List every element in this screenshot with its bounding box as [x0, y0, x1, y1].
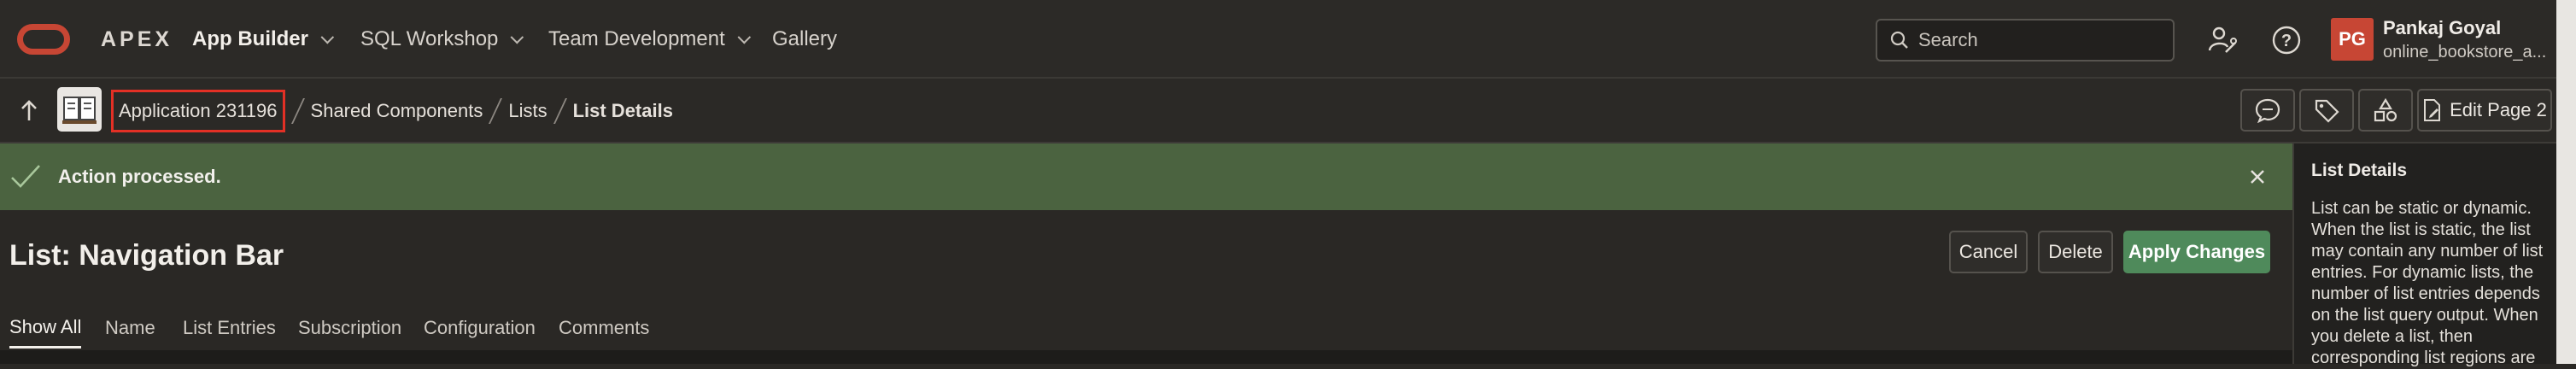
user-name: Pankaj Goyal	[2383, 17, 2502, 38]
breadcrumb-shared-components[interactable]: Shared Components	[311, 100, 483, 122]
user-menu[interactable]: Pankaj Goyal online_bookstore_a...	[2383, 17, 2546, 62]
nav-gallery[interactable]: Gallery	[772, 0, 837, 79]
tab-configuration[interactable]: Configuration	[424, 308, 536, 348]
nav-label: App Builder	[192, 27, 308, 50]
svg-text:?: ?	[2281, 32, 2292, 50]
delete-button[interactable]: Delete	[2038, 231, 2113, 273]
close-alert-button[interactable]	[2245, 164, 2270, 190]
breadcrumb-current: List Details	[572, 100, 673, 121]
arrow-up-icon	[21, 100, 37, 120]
nav-label: Team Development	[548, 27, 725, 50]
oracle-logo-icon	[17, 24, 70, 55]
comment-icon	[2255, 98, 2280, 123]
page-title: List: Navigation Bar	[9, 239, 284, 272]
breadcrumb-bar: Application 231196 Shared Components Lis…	[0, 79, 2556, 144]
edit-page-label: Edit Page 2	[2450, 99, 2547, 120]
help-panel: List Details List can be static or dynam…	[2292, 144, 2556, 367]
nav-label: Gallery	[772, 27, 838, 50]
search-icon	[1890, 31, 1908, 49]
tab-show-all[interactable]: Show All	[9, 308, 82, 348]
help-icon: ?	[2272, 26, 2301, 55]
chevron-down-icon	[510, 30, 524, 44]
nav-team-development[interactable]: Team Development	[548, 0, 751, 79]
cancel-button[interactable]: Cancel	[1949, 231, 2028, 273]
search-input[interactable]: Search	[1876, 19, 2175, 62]
avatar[interactable]: PG	[2331, 18, 2374, 61]
edit-page-icon	[2424, 99, 2441, 121]
breadcrumb: Application 231196 Shared Components Lis…	[111, 79, 673, 144]
brand-name: APEX	[101, 26, 173, 51]
nav-sql-workshop[interactable]: SQL Workshop	[360, 0, 524, 79]
breadcrumb-separator	[290, 98, 305, 124]
breadcrumb-application[interactable]: Application 231196	[111, 90, 285, 132]
nav-app-builder[interactable]: App Builder	[192, 0, 335, 79]
tab-comments[interactable]: Comments	[559, 308, 649, 348]
alert-message: Action processed.	[58, 166, 221, 187]
checkmark-icon	[11, 165, 40, 188]
tab-subscription[interactable]: Subscription	[298, 308, 401, 348]
apex-logo[interactable]: APEX	[17, 24, 173, 55]
apply-changes-button[interactable]: Apply Changes	[2123, 231, 2270, 273]
tag-button[interactable]	[2299, 89, 2354, 132]
chevron-down-icon	[320, 30, 335, 44]
search-placeholder: Search	[1918, 29, 1978, 50]
up-button[interactable]	[17, 97, 41, 127]
help-panel-title: List Details	[2311, 161, 2408, 180]
tab-name[interactable]: Name	[105, 308, 155, 348]
shared-components-button[interactable]	[2358, 89, 2413, 132]
user-workspace: online_bookstore_a...	[2383, 43, 2547, 62]
success-alert: Action processed.	[0, 144, 2292, 210]
administration-button[interactable]	[2204, 22, 2241, 58]
close-icon	[2251, 170, 2264, 184]
tag-icon	[2315, 99, 2339, 123]
breadcrumb-separator	[553, 98, 567, 124]
breadcrumb-lists[interactable]: Lists	[508, 100, 547, 122]
help-panel-text: List can be static or dynamic. When the …	[2311, 199, 2544, 367]
scrollbar[interactable]	[2556, 0, 2576, 364]
help-button[interactable]: ?	[2268, 22, 2305, 58]
application-icon[interactable]	[57, 87, 102, 132]
breadcrumb-separator	[489, 98, 503, 124]
shapes-icon	[2374, 97, 2397, 122]
top-navigation-bar: APEX App Builder SQL Workshop Team Devel…	[0, 0, 2576, 79]
chevron-down-icon	[737, 30, 751, 44]
edit-page-button[interactable]: Edit Page 2	[2417, 89, 2552, 132]
user-settings-icon	[2208, 26, 2237, 53]
comments-button[interactable]	[2240, 89, 2295, 132]
tab-list-entries[interactable]: List Entries	[183, 308, 276, 348]
book-icon	[62, 97, 97, 124]
content-region-edge	[0, 350, 2292, 364]
nav-label: SQL Workshop	[360, 27, 499, 50]
